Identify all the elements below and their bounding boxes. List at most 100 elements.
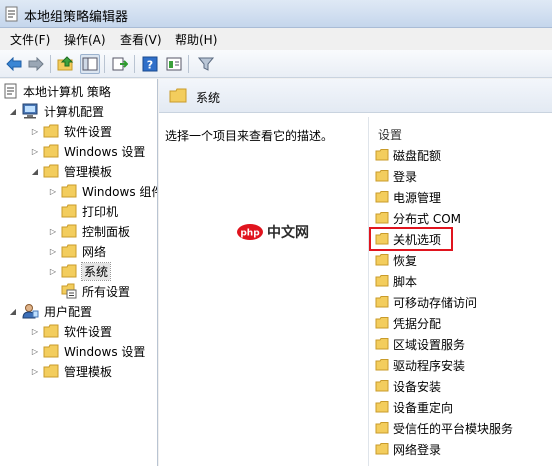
help-button[interactable]: ? (140, 54, 160, 74)
list-item[interactable]: 驱动程序安装 (375, 355, 465, 375)
tree-node-admin-templates[interactable]: ◢ 管理模板 (30, 161, 112, 181)
tree-label: 用户配置 (44, 304, 93, 319)
details-pane: 系统 选择一个项目来查看它的描述。 设置 磁盘配额 登录 电源管理 分布式 CO… (159, 79, 552, 466)
folder-icon (61, 204, 77, 218)
show-hide-tree-button[interactable] (80, 54, 100, 74)
list-item[interactable]: 磁盘配额 (375, 145, 441, 165)
export-list-button[interactable] (110, 54, 130, 74)
all-settings-icon (61, 283, 77, 299)
list-item[interactable]: 登录 (375, 166, 417, 186)
list-item[interactable]: 电源管理 (375, 187, 441, 207)
expanded-arrow-icon[interactable]: ◢ (8, 307, 18, 316)
list-item[interactable]: 凭据分配 (375, 313, 441, 333)
title-bar: 本地组策略编辑器 (0, 0, 552, 28)
tree-node-software-settings[interactable]: ▷ 软件设置 (30, 121, 112, 141)
tree-node-system[interactable]: ▷ 系统 (48, 261, 112, 281)
collapsed-arrow-icon[interactable]: ▷ (48, 227, 58, 236)
expanded-arrow-icon[interactable]: ◢ (30, 167, 40, 176)
tree-node-printers[interactable]: 打印机 (48, 201, 118, 221)
forward-button[interactable] (26, 54, 46, 74)
collapsed-arrow-icon[interactable]: ▷ (48, 267, 58, 276)
folder-icon (43, 124, 59, 138)
list-item[interactable]: 设备重定向 (375, 397, 453, 417)
tree-label: 打印机 (82, 204, 119, 219)
expanded-arrow-icon[interactable]: ◢ (8, 107, 18, 116)
collapsed-arrow-icon[interactable]: ▷ (30, 147, 40, 156)
tree-node-user-admin-templates[interactable]: ▷ 管理模板 (30, 361, 112, 381)
back-arrow-icon (6, 57, 22, 71)
policy-editor-icon (5, 6, 18, 22)
column-header-settings[interactable]: 设置 (378, 126, 402, 143)
folder-icon (43, 364, 59, 378)
watermark-text: 中文网 (267, 225, 309, 241)
console-tree-icon (82, 57, 98, 71)
tree-node-user-config[interactable]: ◢ 用户配置 (8, 301, 92, 321)
menu-file[interactable]: 文件(F) (8, 31, 52, 48)
collapsed-arrow-icon[interactable]: ▷ (30, 127, 40, 136)
tree-node-local-policy[interactable]: 本地计算机 策略 (4, 81, 111, 101)
toolbar: ? (0, 50, 552, 78)
svg-text:php: php (240, 229, 260, 239)
help-icon: ? (142, 56, 158, 72)
tree-label: 计算机配置 (44, 104, 105, 119)
folder-icon (43, 164, 59, 178)
folder-icon (61, 184, 77, 198)
collapsed-arrow-icon[interactable]: ▷ (30, 327, 40, 336)
menu-help[interactable]: 帮助(H) (173, 31, 219, 48)
list-item[interactable]: 可移动存储访问 (375, 292, 477, 312)
list-item[interactable]: 设备安装 (375, 376, 441, 396)
back-button[interactable] (4, 54, 24, 74)
console-tree[interactable]: 本地计算机 策略 ◢ 计算机配置 ▷ 软件设置 ▷ Windows 设置 ◢ 管… (0, 79, 158, 466)
collapsed-arrow-icon[interactable]: ▷ (30, 347, 40, 356)
collapsed-arrow-icon[interactable]: ▷ (48, 187, 58, 196)
list-item[interactable]: 受信任的平台模块服务 (375, 418, 513, 438)
folder-icon (375, 317, 389, 329)
list-item[interactable]: 区域设置服务 (375, 334, 465, 354)
tree-node-windows-components[interactable]: ▷ Windows 组件 (48, 181, 157, 201)
menu-bar: 文件(F) 操作(A) 查看(V) 帮助(H) (0, 28, 552, 50)
list-item[interactable]: 恢复 (375, 250, 417, 270)
tree-label: 控制面板 (82, 224, 131, 239)
folder-icon (375, 149, 389, 161)
folder-icon (375, 359, 389, 371)
tree-node-computer-config[interactable]: ◢ 计算机配置 (8, 101, 104, 121)
folder-icon (375, 401, 389, 413)
folder-icon (43, 144, 59, 158)
export-list-icon (112, 57, 128, 71)
tree-node-all-settings[interactable]: 所有设置 (48, 281, 130, 301)
list-item[interactable]: 分布式 COM (375, 208, 461, 228)
menu-view[interactable]: 查看(V) (118, 31, 164, 48)
tree-label: Windows 设置 (64, 144, 146, 159)
folder-icon (375, 380, 389, 392)
php-logo-icon: php (237, 224, 263, 240)
tree-label: 软件设置 (64, 124, 113, 139)
svg-text:?: ? (147, 59, 153, 72)
tree-node-windows-settings[interactable]: ▷ Windows 设置 (30, 141, 145, 161)
tree-node-control-panel[interactable]: ▷ 控制面板 (48, 221, 130, 241)
list-item[interactable]: 脚本 (375, 271, 417, 291)
tree-node-user-windows-settings[interactable]: ▷ Windows 设置 (30, 341, 145, 361)
tree-node-user-software-settings[interactable]: ▷ 软件设置 (30, 321, 112, 341)
folder-icon (375, 170, 389, 182)
folder-icon (43, 324, 59, 338)
folder-icon (61, 244, 77, 258)
pane-divider (368, 117, 369, 466)
tree-node-network[interactable]: ▷ 网络 (48, 241, 106, 261)
list-item[interactable]: 网络登录 (375, 439, 441, 459)
collapsed-arrow-icon[interactable]: ▷ (30, 367, 40, 376)
properties-icon (166, 57, 182, 71)
tree-label: 管理模板 (64, 364, 113, 379)
user-icon (22, 304, 39, 319)
menu-action[interactable]: 操作(A) (62, 31, 108, 48)
filter-button[interactable] (196, 54, 216, 74)
folder-icon (169, 88, 187, 103)
up-folder-button[interactable] (56, 54, 76, 74)
details-title: 系统 (196, 91, 221, 105)
folder-icon (375, 443, 389, 455)
folder-icon (375, 296, 389, 308)
collapsed-arrow-icon[interactable]: ▷ (48, 247, 58, 256)
properties-button[interactable] (164, 54, 184, 74)
filter-icon (198, 57, 214, 71)
folder-icon (43, 344, 59, 358)
folder-icon (61, 224, 77, 238)
